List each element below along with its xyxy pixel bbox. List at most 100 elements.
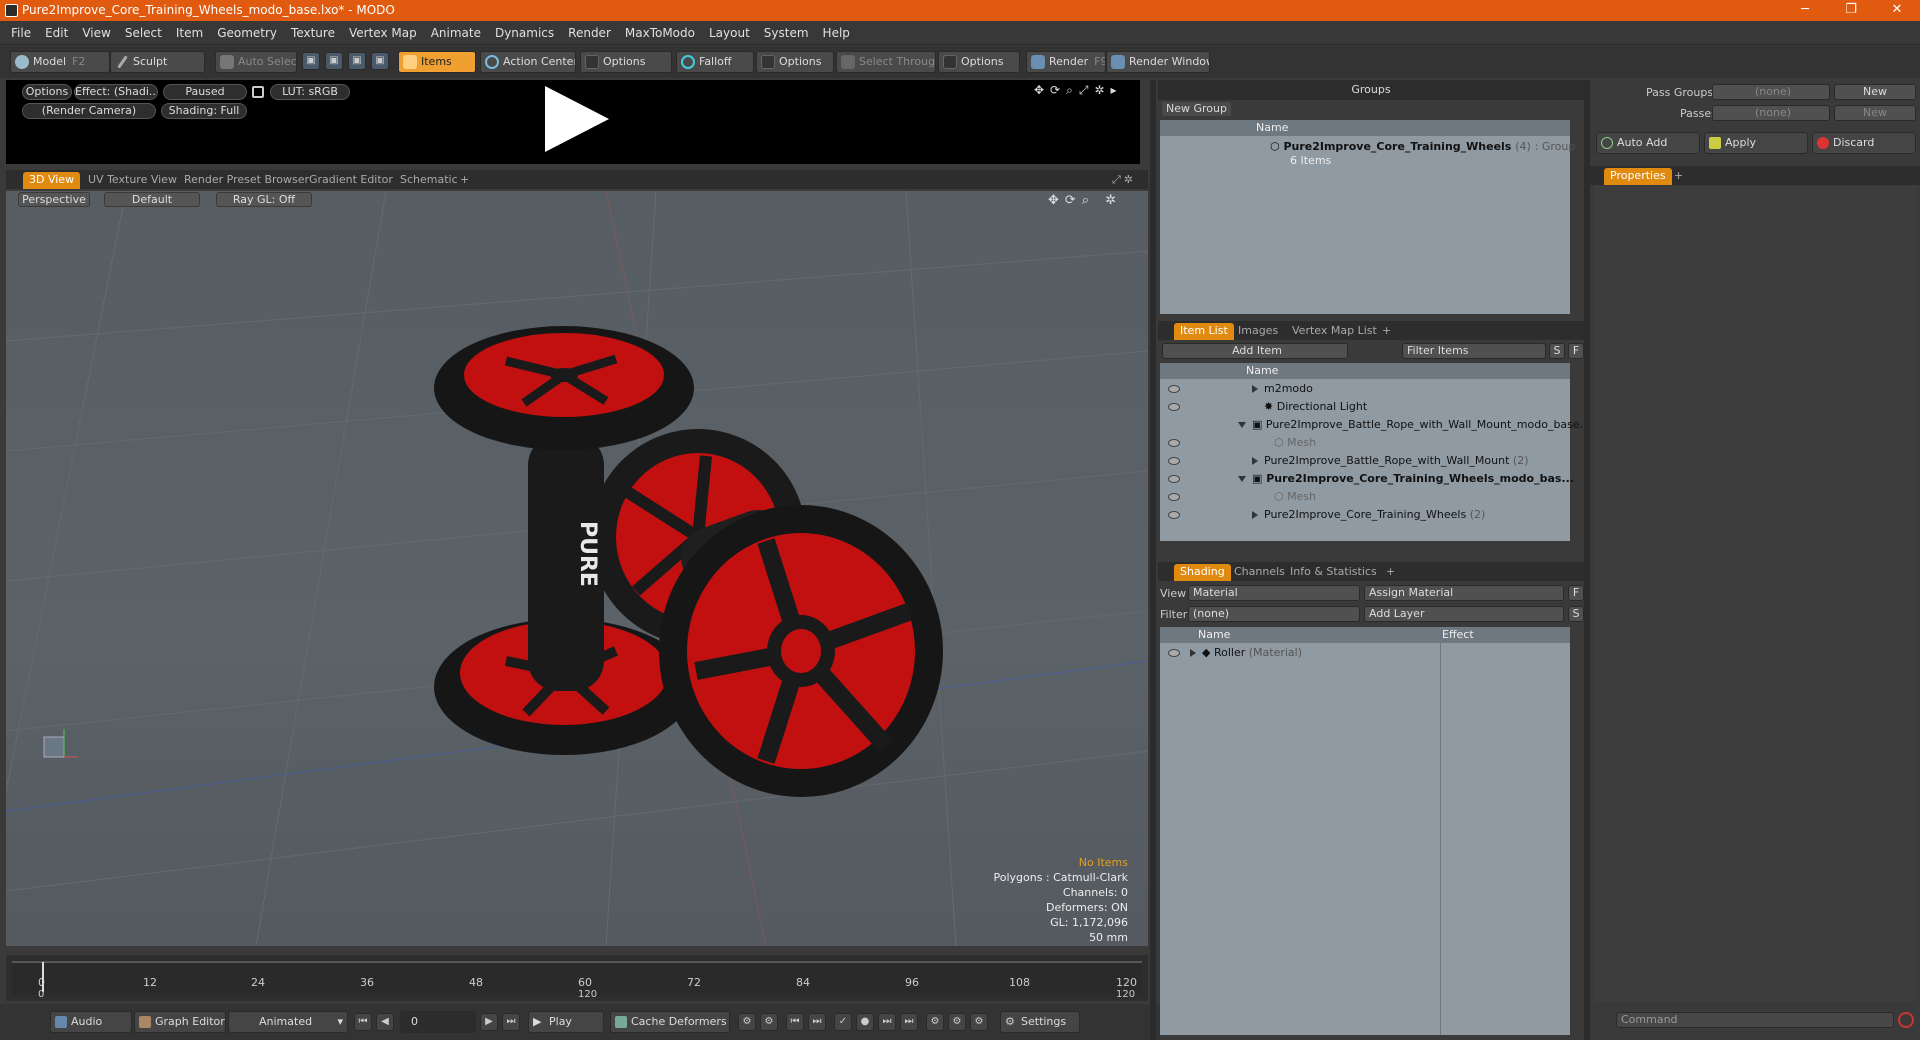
- prev-key-icon[interactable]: ⏮: [786, 1013, 804, 1031]
- add-tab-button[interactable]: +: [1668, 168, 1689, 185]
- list-item[interactable]: Pure2Improve_Battle_Rope_with_Wall_Mount…: [1252, 452, 1529, 470]
- viewport-expand-icon[interactable]: ⤢✲: [1106, 172, 1142, 189]
- preview-lut-dropdown[interactable]: LUT: sRGB: [270, 84, 350, 100]
- record-icon[interactable]: ●: [856, 1013, 874, 1031]
- list-item[interactable]: ▣ Pure2Improve_Core_Training_Wheels_modo…: [1238, 470, 1574, 488]
- visibility-eye-icon[interactable]: [1168, 511, 1180, 519]
- channels-icon[interactable]: ⚙: [926, 1013, 944, 1031]
- visibility-eye-icon[interactable]: [1168, 649, 1180, 657]
- menu-render[interactable]: Render: [561, 21, 618, 45]
- menu-vertex-map[interactable]: Vertex Map: [342, 21, 424, 45]
- preview-camera-dropdown[interactable]: (Render Camera): [22, 103, 156, 119]
- new-group-button[interactable]: New Group: [1162, 102, 1231, 116]
- menu-file[interactable]: File: [4, 21, 38, 45]
- close-button[interactable]: ✕: [1874, 0, 1920, 21]
- new-pass-button[interactable]: New: [1834, 105, 1916, 121]
- preview-shading-dropdown[interactable]: Shading: Full: [161, 103, 247, 119]
- next-key-icon[interactable]: ⏭: [808, 1013, 826, 1031]
- model-mode-button[interactable]: Model F2: [10, 51, 110, 73]
- tab-info-statistics[interactable]: Info & Statistics: [1284, 564, 1383, 581]
- visibility-eye-icon[interactable]: [1168, 493, 1180, 501]
- go-to-start-icon[interactable]: ⏮: [354, 1013, 372, 1031]
- polygons-mode-icon[interactable]: ▣: [348, 52, 366, 70]
- play-icon[interactable]: [545, 86, 609, 152]
- sculpt-mode-button[interactable]: Sculpt: [110, 51, 205, 73]
- timeline-ruler[interactable]: 0 12 24 36 48 60 72 84 96 108 120 0 120 …: [12, 961, 1142, 1000]
- maximize-button[interactable]: ❐: [1828, 0, 1874, 21]
- menu-select[interactable]: Select: [118, 21, 169, 45]
- tab-vertex-map-list[interactable]: Vertex Map List: [1286, 323, 1383, 340]
- filter-s-button[interactable]: S: [1549, 343, 1565, 359]
- step-forward-icon[interactable]: ▶: [480, 1013, 498, 1031]
- add-tab-button[interactable]: +: [454, 172, 475, 189]
- go-to-end-icon[interactable]: ⏭: [502, 1013, 520, 1031]
- preview-options-button[interactable]: Options: [22, 84, 72, 100]
- menu-layout[interactable]: Layout: [702, 21, 757, 45]
- command-history-icon[interactable]: [1898, 1012, 1914, 1028]
- list-item[interactable]: ⬡ Mesh: [1274, 488, 1316, 506]
- command-input[interactable]: Command: [1616, 1012, 1894, 1028]
- apply-button[interactable]: Apply: [1704, 132, 1808, 154]
- perspective-dropdown[interactable]: Perspective: [18, 192, 90, 207]
- falloff-button[interactable]: Falloff: [676, 51, 754, 73]
- key-icon[interactable]: ⚙: [738, 1013, 756, 1031]
- shader-tree[interactable]: Name Effect ◆ Roller (Material): [1160, 627, 1570, 1035]
- add-item-dropdown[interactable]: Add Item: [1162, 343, 1348, 359]
- add-tab-button[interactable]: +: [1380, 564, 1401, 581]
- tab-item-list[interactable]: Item List: [1174, 323, 1234, 340]
- last-key-icon[interactable]: ⏭: [900, 1013, 918, 1031]
- edges-mode-icon[interactable]: ▣: [325, 52, 343, 70]
- select-through-button[interactable]: Select Through: [836, 51, 936, 73]
- menu-geometry[interactable]: Geometry: [210, 21, 284, 45]
- play-button[interactable]: ▶ Play: [528, 1011, 604, 1033]
- frame-input[interactable]: 0: [400, 1011, 476, 1033]
- select-through-options-button[interactable]: Options: [938, 51, 1020, 73]
- panel-divider[interactable]: [1584, 80, 1590, 1040]
- menu-dynamics[interactable]: Dynamics: [488, 21, 561, 45]
- tab-channels[interactable]: Channels: [1228, 564, 1291, 581]
- viewport-navigation-icon[interactable]: ✥⟳⌕ ✲: [1048, 193, 1122, 208]
- tab-3d-view[interactable]: 3D View: [23, 172, 81, 189]
- auto-key-icon[interactable]: ✓: [834, 1013, 852, 1031]
- tab-shading[interactable]: Shading: [1174, 564, 1231, 581]
- passes-dropdown[interactable]: (none): [1712, 105, 1830, 121]
- render-window-button[interactable]: Render Window: [1106, 51, 1210, 73]
- visibility-eye-icon[interactable]: [1168, 439, 1180, 447]
- list-item[interactable]: Pure2Improve_Core_Training_Wheels (2): [1252, 506, 1485, 524]
- graph-toggle-icon[interactable]: ⚙: [948, 1013, 966, 1031]
- cache-deformers-button[interactable]: Cache Deformers: [610, 1011, 730, 1033]
- tab-images[interactable]: Images: [1232, 323, 1284, 340]
- menu-view[interactable]: View: [75, 21, 117, 45]
- menu-edit[interactable]: Edit: [38, 21, 75, 45]
- preview-paused-toggle[interactable]: Paused: [163, 84, 247, 100]
- groups-list[interactable]: Name ⬡ Pure2Improve_Core_Training_Wheels…: [1160, 120, 1575, 314]
- filter-items-input[interactable]: Filter Items: [1402, 343, 1546, 359]
- vertices-mode-icon[interactable]: ▣: [302, 52, 320, 70]
- step-back-icon[interactable]: ◀: [376, 1013, 394, 1031]
- menu-animate[interactable]: Animate: [424, 21, 488, 45]
- graph-editor-button[interactable]: Graph Editor: [134, 1011, 226, 1033]
- tab-render-preset-browser[interactable]: Render Preset Browser: [178, 172, 315, 189]
- settings-button[interactable]: ⚙ Settings: [1000, 1011, 1080, 1033]
- item-list[interactable]: Name m2modo ✸ Directional Light ▣ Pure2I…: [1160, 363, 1590, 541]
- playhead[interactable]: [42, 962, 44, 992]
- jump-icon[interactable]: ⏭: [878, 1013, 896, 1031]
- list-item[interactable]: ✸ Directional Light: [1264, 398, 1367, 416]
- assign-material-dropdown[interactable]: Assign Material: [1364, 585, 1564, 601]
- raygl-dropdown[interactable]: Ray GL: Off: [216, 192, 312, 207]
- auto-select-button[interactable]: Auto Select: [215, 51, 297, 73]
- animated-dropdown[interactable]: Animated ▾: [228, 1011, 348, 1033]
- menu-item[interactable]: Item: [169, 21, 210, 45]
- lock-icon[interactable]: [252, 86, 264, 98]
- preview-effect-dropdown[interactable]: Effect: (Shadi...: [74, 84, 158, 100]
- shading-s-button[interactable]: S: [1568, 606, 1584, 622]
- material-row[interactable]: ◆ Roller (Material): [1190, 644, 1302, 662]
- menu-texture[interactable]: Texture: [284, 21, 342, 45]
- filter-f-button[interactable]: F: [1568, 343, 1584, 359]
- view-dropdown[interactable]: Material: [1188, 585, 1360, 601]
- timeline[interactable]: 0 12 24 36 48 60 72 84 96 108 120 0 120 …: [6, 955, 1148, 1001]
- visibility-eye-icon[interactable]: [1168, 475, 1180, 483]
- visibility-eye-icon[interactable]: [1168, 457, 1180, 465]
- shading-f-button[interactable]: F: [1568, 585, 1584, 601]
- audio-button[interactable]: Audio: [50, 1011, 132, 1033]
